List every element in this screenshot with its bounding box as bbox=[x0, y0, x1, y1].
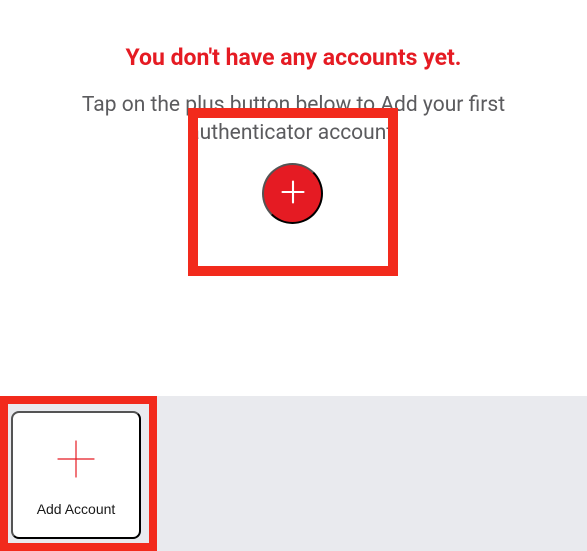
plus-thin-icon bbox=[56, 439, 96, 479]
add-account-label: Add Account bbox=[37, 501, 116, 517]
empty-state-title: You don't have any accounts yet. bbox=[0, 0, 587, 91]
bottom-toolbar-area: Add Account bbox=[0, 396, 587, 551]
add-account-card-button[interactable]: Add Account bbox=[11, 411, 141, 539]
main-content-area: You don't have any accounts yet. Tap on … bbox=[0, 0, 587, 396]
tutorial-highlight-center bbox=[188, 108, 398, 276]
